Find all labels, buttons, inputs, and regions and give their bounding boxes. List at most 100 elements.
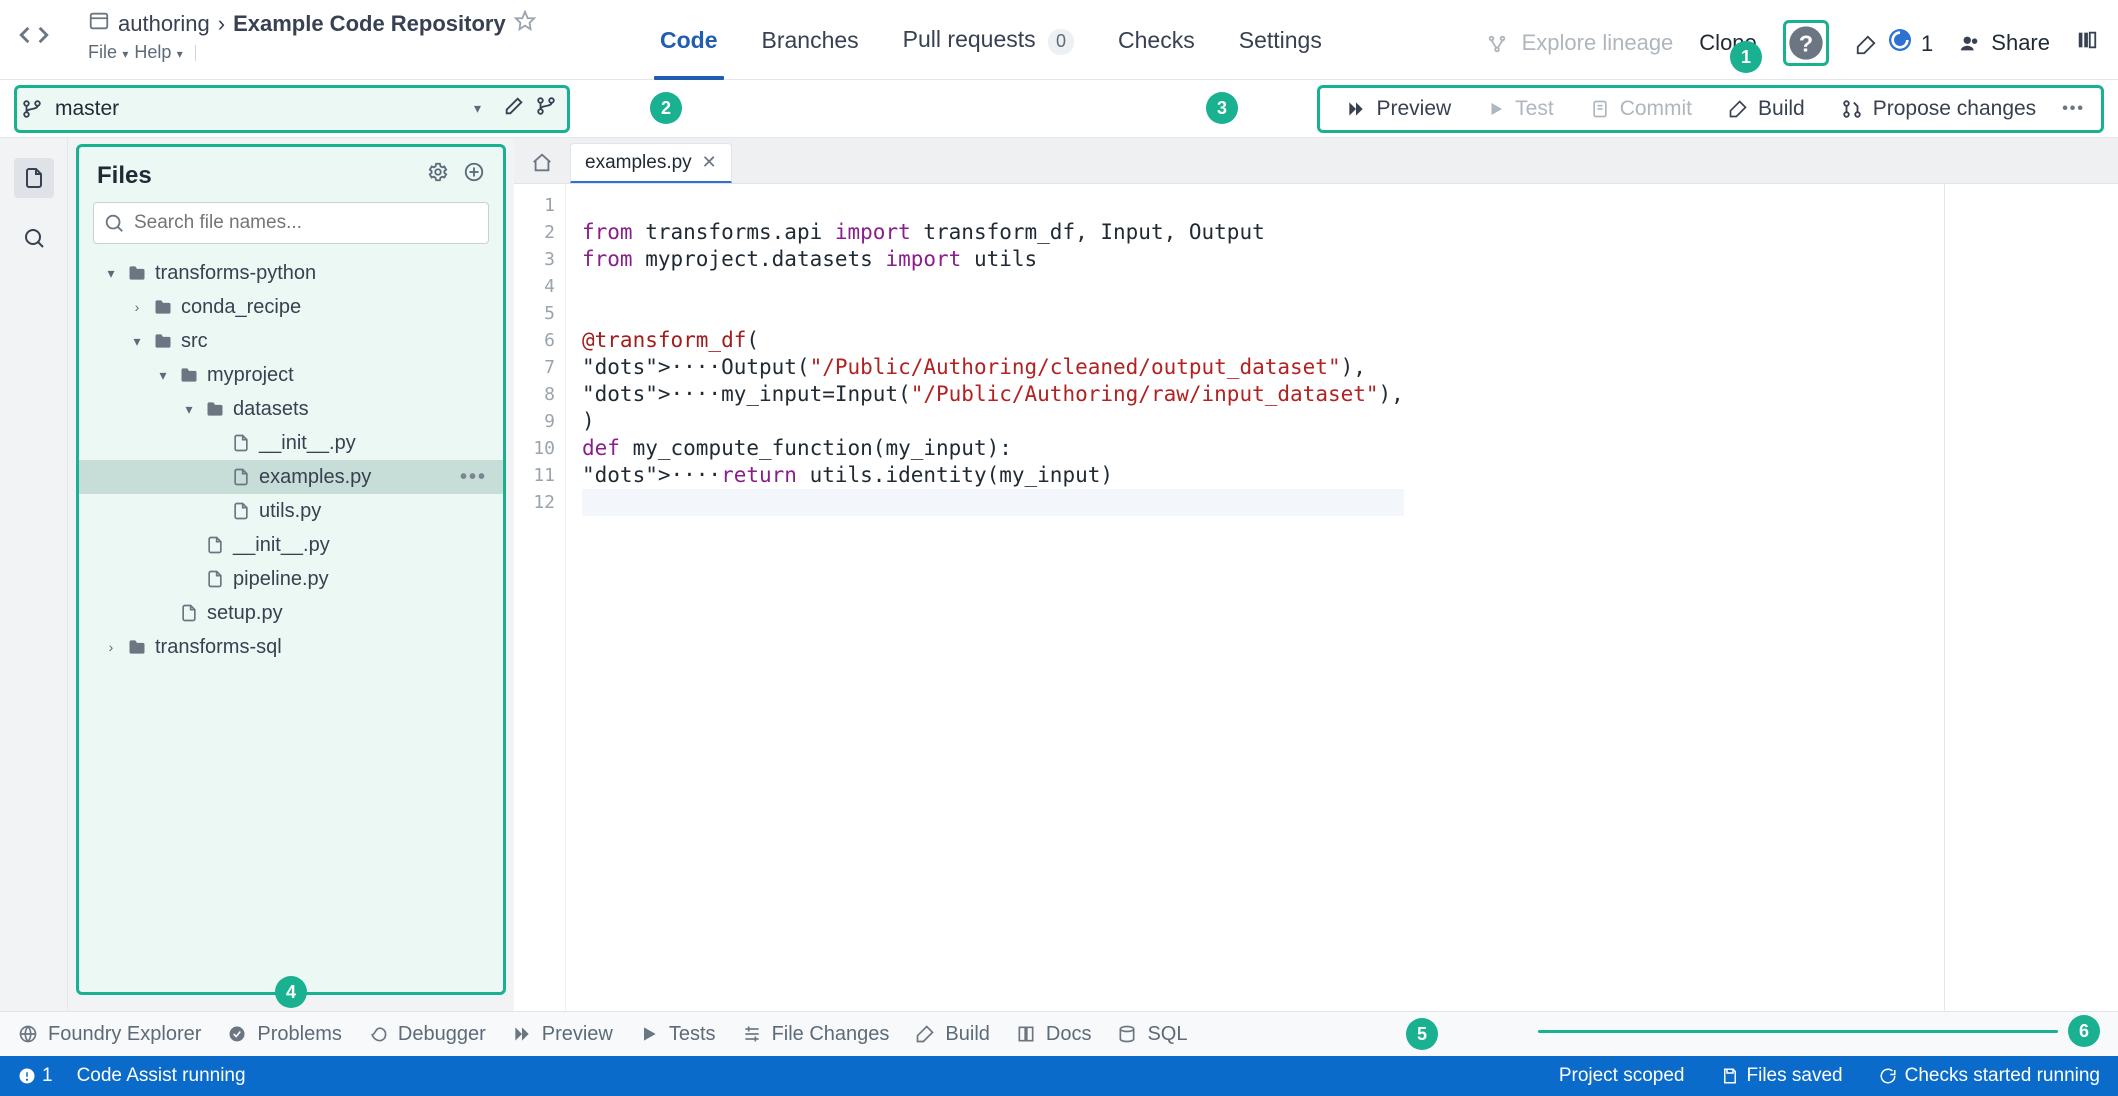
home-icon[interactable] (522, 143, 562, 183)
file-tree: ▾transforms-python›conda_recipe▾src▾mypr… (79, 254, 503, 992)
file-menu[interactable]: File ▾ (88, 42, 128, 63)
commit-button[interactable]: Commit (1574, 93, 1708, 125)
code-assist-status[interactable]: Code Assist running (77, 1065, 246, 1087)
foundry-explorer-tab[interactable]: Foundry Explorer (18, 1023, 201, 1046)
search-rail-icon[interactable] (14, 218, 54, 258)
files-panel: Files ▾transforms-python›conda_recipe▾sr… (68, 138, 514, 1011)
editor-tab-examples[interactable]: examples.py ✕ (570, 143, 732, 183)
build-tab[interactable]: Build (915, 1023, 989, 1046)
breadcrumb-root[interactable]: authoring (118, 11, 210, 37)
docs-tab[interactable]: Docs (1016, 1023, 1092, 1046)
folder-conda-recipe[interactable]: ›conda_recipe (79, 290, 503, 324)
code-content[interactable]: from transforms.api import transform_df,… (566, 184, 1420, 1011)
editor-area: examples.py ✕ 123456789101112 from trans… (514, 138, 2118, 1011)
file--init-py[interactable]: __init__.py (79, 426, 503, 460)
tree-item-label: datasets (233, 398, 493, 421)
file-search-input[interactable] (93, 202, 489, 244)
help-button[interactable]: ? (1783, 20, 1829, 66)
chevron-right-icon: › (103, 639, 119, 655)
preview-tab[interactable]: Preview (512, 1023, 613, 1046)
files-panel-title: Files (97, 162, 152, 190)
panel-toggle-icon[interactable] (2076, 29, 2098, 57)
file--init-py[interactable]: __init__.py (79, 528, 503, 562)
preview-button[interactable]: Preview (1330, 93, 1467, 125)
tree-item-label: myproject (207, 364, 493, 387)
pull-request-count-badge: 0 (1048, 29, 1074, 55)
branch-selector[interactable]: master ▾ (21, 97, 481, 121)
more-actions-icon[interactable]: ••• (2056, 100, 2091, 118)
build-status-indicator[interactable]: 1 (1855, 29, 1934, 57)
file-setup-py[interactable]: setup.py (79, 596, 503, 630)
tab-code[interactable]: Code (660, 27, 718, 78)
files-rail-icon[interactable] (14, 158, 54, 198)
tree-item-label: conda_recipe (181, 296, 493, 319)
debugger-tab[interactable]: Debugger (368, 1023, 486, 1046)
folder-datasets[interactable]: ▾ datasets (79, 392, 503, 426)
callout-5: 5 (1406, 1018, 1438, 1050)
problems-tab[interactable]: Problems (227, 1023, 341, 1046)
breadcrumb-separator: › (218, 11, 225, 37)
tree-item-label: transforms-python (155, 262, 493, 285)
status-bar: 1 Code Assist running Project scoped Fil… (0, 1056, 2118, 1096)
project-scope-status[interactable]: Project scoped (1559, 1065, 1685, 1087)
edit-branch-icon[interactable] (503, 95, 525, 122)
file-pipeline-py[interactable]: pipeline.py (79, 562, 503, 596)
gear-icon[interactable] (427, 161, 449, 190)
status-error-count[interactable]: 1 (18, 1065, 53, 1087)
test-button[interactable]: Test (1471, 93, 1570, 125)
tab-checks[interactable]: Checks (1118, 27, 1195, 78)
tab-settings[interactable]: Settings (1239, 27, 1322, 78)
star-icon[interactable] (514, 10, 536, 38)
chevron-down-icon: ▾ (181, 401, 197, 418)
file-changes-tab[interactable]: File Changes (742, 1023, 890, 1046)
files-saved-status[interactable]: Files saved (1721, 1065, 1843, 1087)
file-icon (205, 534, 225, 557)
build-button[interactable]: Build (1712, 93, 1821, 125)
checks-running-status[interactable]: Checks started running (1879, 1065, 2100, 1087)
folder-icon (205, 398, 225, 421)
branch-toolbar: master ▾ 2 Preview Test Commit Build Pro… (0, 80, 2118, 138)
close-icon[interactable]: ✕ (702, 152, 717, 173)
tests-tab[interactable]: Tests (639, 1023, 716, 1046)
breadcrumb-repo[interactable]: Example Code Repository (233, 11, 506, 37)
more-icon[interactable]: ••• (460, 466, 493, 489)
code-repo-app-icon (17, 18, 51, 57)
left-rail (0, 138, 68, 1011)
primary-tabs: Code Branches Pull requests 0 Checks Set… (660, 26, 1322, 79)
tree-item-label: __init__.py (259, 432, 493, 455)
chevron-down-icon: ▾ (155, 367, 171, 384)
add-file-icon[interactable] (463, 161, 485, 190)
file-utils-py[interactable]: utils.py (79, 494, 503, 528)
tab-pull-requests[interactable]: Pull requests 0 (903, 26, 1074, 79)
folder-transforms-sql[interactable]: › transforms-sql (79, 630, 503, 664)
callout-6: 6 (2068, 1015, 2100, 1047)
file-examples-py[interactable]: examples.py••• (79, 460, 503, 494)
sql-tab[interactable]: SQL (1117, 1023, 1187, 1046)
folder-src[interactable]: ▾ src (79, 324, 503, 358)
share-button[interactable]: Share (1959, 30, 2050, 56)
propose-changes-button[interactable]: Propose changes (1825, 93, 2052, 125)
line-gutter: 123456789101112 (514, 184, 566, 1011)
folder-myproject[interactable]: ▾ myproject (79, 358, 503, 392)
chevron-down-icon: ▾ (474, 100, 481, 117)
file-icon (205, 568, 225, 591)
callout-3: 3 (1206, 92, 1238, 124)
files-panel-highlight: Files ▾transforms-python›conda_recipe▾sr… (76, 144, 506, 995)
app-header: authoring › Example Code Repository File… (0, 0, 2118, 80)
help-menu[interactable]: Help ▾ (134, 42, 182, 63)
file-icon (231, 432, 251, 455)
resource-icon (88, 10, 110, 38)
tree-item-label: pipeline.py (233, 568, 493, 591)
file-icon (231, 500, 251, 523)
new-branch-icon[interactable] (535, 95, 557, 122)
explore-lineage-button[interactable]: Explore lineage (1486, 30, 1674, 56)
tree-item-label: src (181, 330, 493, 353)
tab-branches[interactable]: Branches (762, 27, 859, 78)
tree-item-label: transforms-sql (155, 636, 493, 659)
bottom-panel-bar: Foundry Explorer Problems Debugger Previ… (0, 1011, 2118, 1056)
file-icon (231, 466, 251, 489)
chevron-down-icon: ▾ (129, 333, 145, 350)
folder-transforms-python[interactable]: ▾transforms-python (79, 256, 503, 290)
folder-icon (153, 330, 173, 353)
menu-divider (195, 45, 196, 61)
